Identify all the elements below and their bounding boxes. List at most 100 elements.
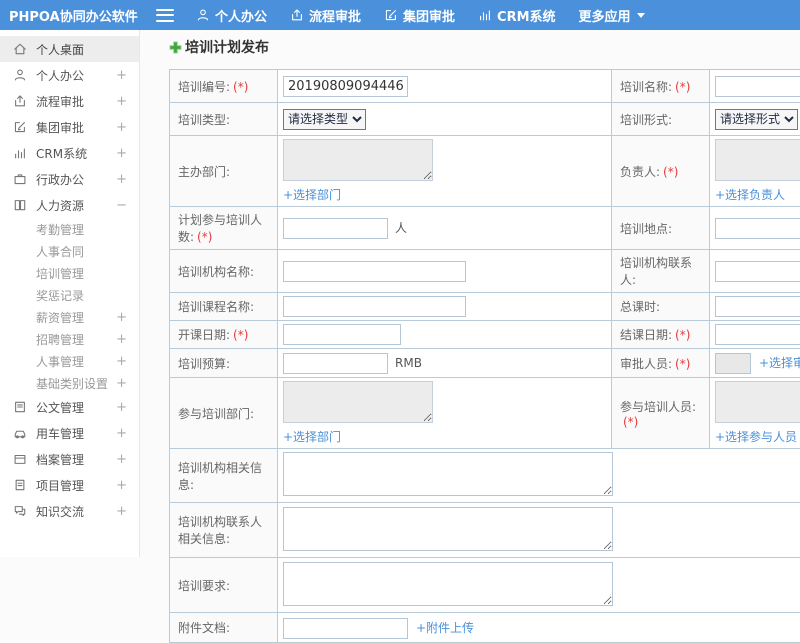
label-start-date: 开课日期:(*) bbox=[170, 321, 278, 349]
collapse-icon[interactable]: − bbox=[116, 198, 127, 213]
currency-suffix: RMB bbox=[395, 356, 422, 370]
user-icon bbox=[13, 68, 27, 82]
upload-icon bbox=[290, 8, 304, 22]
expand-icon[interactable]: + bbox=[116, 426, 127, 441]
nav-label: 集团审批 bbox=[403, 6, 455, 25]
sidebar-item-workflow-approval[interactable]: 流程审批 + bbox=[0, 88, 139, 114]
expand-icon[interactable]: + bbox=[116, 172, 127, 187]
training-type-select[interactable]: 请选择类型 bbox=[283, 109, 366, 130]
sidebar-subitem-salary-management[interactable]: 薪资管理 + bbox=[0, 306, 139, 328]
budget-input[interactable] bbox=[283, 353, 388, 374]
sidebar-subitem-training-management[interactable]: 培训管理 bbox=[0, 262, 139, 284]
org-name-input[interactable] bbox=[283, 261, 466, 282]
sidebar-item-project-management[interactable]: 项目管理 + bbox=[0, 472, 139, 498]
label-requirements: 培训要求: bbox=[170, 558, 278, 613]
sidebar-item-personal-desktop[interactable]: 个人桌面 bbox=[0, 36, 139, 62]
menu-toggle-icon[interactable] bbox=[156, 9, 174, 22]
sidebar-subitem-recruitment[interactable]: 招聘管理 + bbox=[0, 328, 139, 350]
select-participants-link[interactable]: +选择参与人员 bbox=[715, 428, 797, 445]
nav-label: 更多应用 bbox=[579, 6, 631, 25]
join-departments-textarea[interactable] bbox=[283, 381, 433, 423]
expand-icon[interactable]: + bbox=[116, 68, 127, 83]
label-org-info: 培训机构相关信息: bbox=[170, 449, 278, 503]
approver-input[interactable] bbox=[715, 353, 751, 374]
location-input[interactable] bbox=[715, 218, 800, 239]
nav-more-apps[interactable]: 更多应用 bbox=[579, 6, 645, 25]
sidebar-item-group-approval[interactable]: 集团审批 + bbox=[0, 114, 139, 140]
expand-icon[interactable]: + bbox=[116, 452, 127, 467]
expand-icon[interactable]: + bbox=[116, 400, 127, 415]
org-contact-info-textarea[interactable] bbox=[283, 507, 613, 551]
edit-icon bbox=[13, 120, 27, 134]
nav-crm-system[interactable]: CRM系统 bbox=[478, 6, 556, 25]
join-people-textarea[interactable] bbox=[715, 381, 800, 423]
car-icon bbox=[13, 426, 27, 440]
select-approver-link[interactable]: +选择审批人员 bbox=[759, 354, 800, 371]
expand-icon[interactable]: + bbox=[116, 504, 127, 519]
nav-personal-office[interactable]: 个人办公 bbox=[196, 6, 267, 25]
training-name-input[interactable] bbox=[715, 76, 800, 97]
expand-icon[interactable]: + bbox=[116, 310, 127, 325]
label-org-contact: 培训机构联系人: bbox=[612, 250, 710, 293]
training-mode-select[interactable]: 请选择形式 bbox=[715, 109, 798, 130]
nav-workflow-approval[interactable]: 流程审批 bbox=[290, 6, 361, 25]
bar-chart-icon bbox=[478, 8, 492, 22]
sidebar-item-human-resources[interactable]: 人力资源 − bbox=[0, 192, 139, 218]
clipboard-icon bbox=[13, 478, 27, 492]
sidebar-subitem-attendance[interactable]: 考勤管理 bbox=[0, 218, 139, 240]
label-attachment: 附件文档: bbox=[170, 613, 278, 643]
label-training-mode: 培训形式: bbox=[612, 103, 710, 136]
label-join-people: 参与培训人员:(*) bbox=[612, 378, 710, 449]
select-department-link[interactable]: +选择部门 bbox=[283, 186, 341, 203]
expand-icon[interactable]: + bbox=[116, 120, 127, 135]
sidebar-subitem-hr-contract[interactable]: 人事合同 bbox=[0, 240, 139, 262]
expand-icon[interactable]: + bbox=[116, 354, 127, 369]
sidebar-item-vehicle-management[interactable]: 用车管理 + bbox=[0, 420, 139, 446]
end-date-input[interactable] bbox=[715, 324, 800, 345]
requirements-textarea[interactable] bbox=[283, 562, 613, 606]
chat-icon bbox=[13, 504, 27, 518]
org-contact-input[interactable] bbox=[715, 261, 800, 282]
book-icon bbox=[13, 198, 27, 212]
org-info-textarea[interactable] bbox=[283, 452, 613, 496]
label-training-number: 培训编号:(*) bbox=[170, 70, 278, 103]
label-training-type: 培训类型: bbox=[170, 103, 278, 136]
unit-suffix: 人 bbox=[395, 221, 407, 235]
nav-group-approval[interactable]: 集团审批 bbox=[384, 6, 455, 25]
training-number-input[interactable] bbox=[283, 76, 408, 97]
planned-count-input[interactable] bbox=[283, 218, 388, 239]
label-location: 培训地点: bbox=[612, 207, 710, 250]
sidebar-item-admin-office[interactable]: 行政办公 + bbox=[0, 166, 139, 192]
label-join-departments: 参与培训部门: bbox=[170, 378, 278, 449]
sidebar-subitem-personnel[interactable]: 人事管理 + bbox=[0, 350, 139, 372]
host-department-textarea[interactable] bbox=[283, 139, 433, 181]
expand-icon[interactable]: + bbox=[116, 146, 127, 161]
sidebar-item-personal-office[interactable]: 个人办公 + bbox=[0, 62, 139, 88]
start-date-input[interactable] bbox=[283, 324, 401, 345]
expand-icon[interactable]: + bbox=[116, 94, 127, 109]
sidebar-item-document-management[interactable]: 公文管理 + bbox=[0, 394, 139, 420]
home-icon bbox=[13, 42, 27, 56]
sidebar-item-knowledge-exchange[interactable]: 知识交流 + bbox=[0, 498, 139, 524]
label-planned-count: 计划参与培训人数:(*) bbox=[170, 207, 278, 250]
label-leader: 负责人:(*) bbox=[612, 136, 710, 207]
nav-label: CRM系统 bbox=[497, 6, 556, 25]
expand-icon[interactable]: + bbox=[116, 376, 127, 391]
sidebar-item-crm-system[interactable]: CRM系统 + bbox=[0, 140, 139, 166]
expand-icon[interactable]: + bbox=[116, 478, 127, 493]
sidebar-subitem-reward-punishment[interactable]: 奖惩记录 bbox=[0, 284, 139, 306]
sidebar-subitem-base-category[interactable]: 基础类别设置 + bbox=[0, 372, 139, 394]
attachment-input[interactable] bbox=[283, 618, 408, 639]
select-leader-link[interactable]: +选择负责人 bbox=[715, 186, 785, 203]
label-org-name: 培训机构名称: bbox=[170, 250, 278, 293]
user-icon bbox=[196, 8, 210, 22]
sidebar-item-archive-management[interactable]: 档案管理 + bbox=[0, 446, 139, 472]
app-brand: PHPOA协同办公软件 bbox=[0, 6, 140, 25]
total-hours-input[interactable] bbox=[715, 296, 800, 317]
attachment-upload-link[interactable]: +附件上传 bbox=[416, 619, 474, 636]
course-name-input[interactable] bbox=[283, 296, 466, 317]
main-content: 培训计划发布 培训编号:(*) 培训名称:(*) 培训类型: 请选择类型 培训形… bbox=[141, 30, 800, 643]
leader-textarea[interactable] bbox=[715, 139, 800, 181]
select-department-link[interactable]: +选择部门 bbox=[283, 428, 341, 445]
expand-icon[interactable]: + bbox=[116, 332, 127, 347]
